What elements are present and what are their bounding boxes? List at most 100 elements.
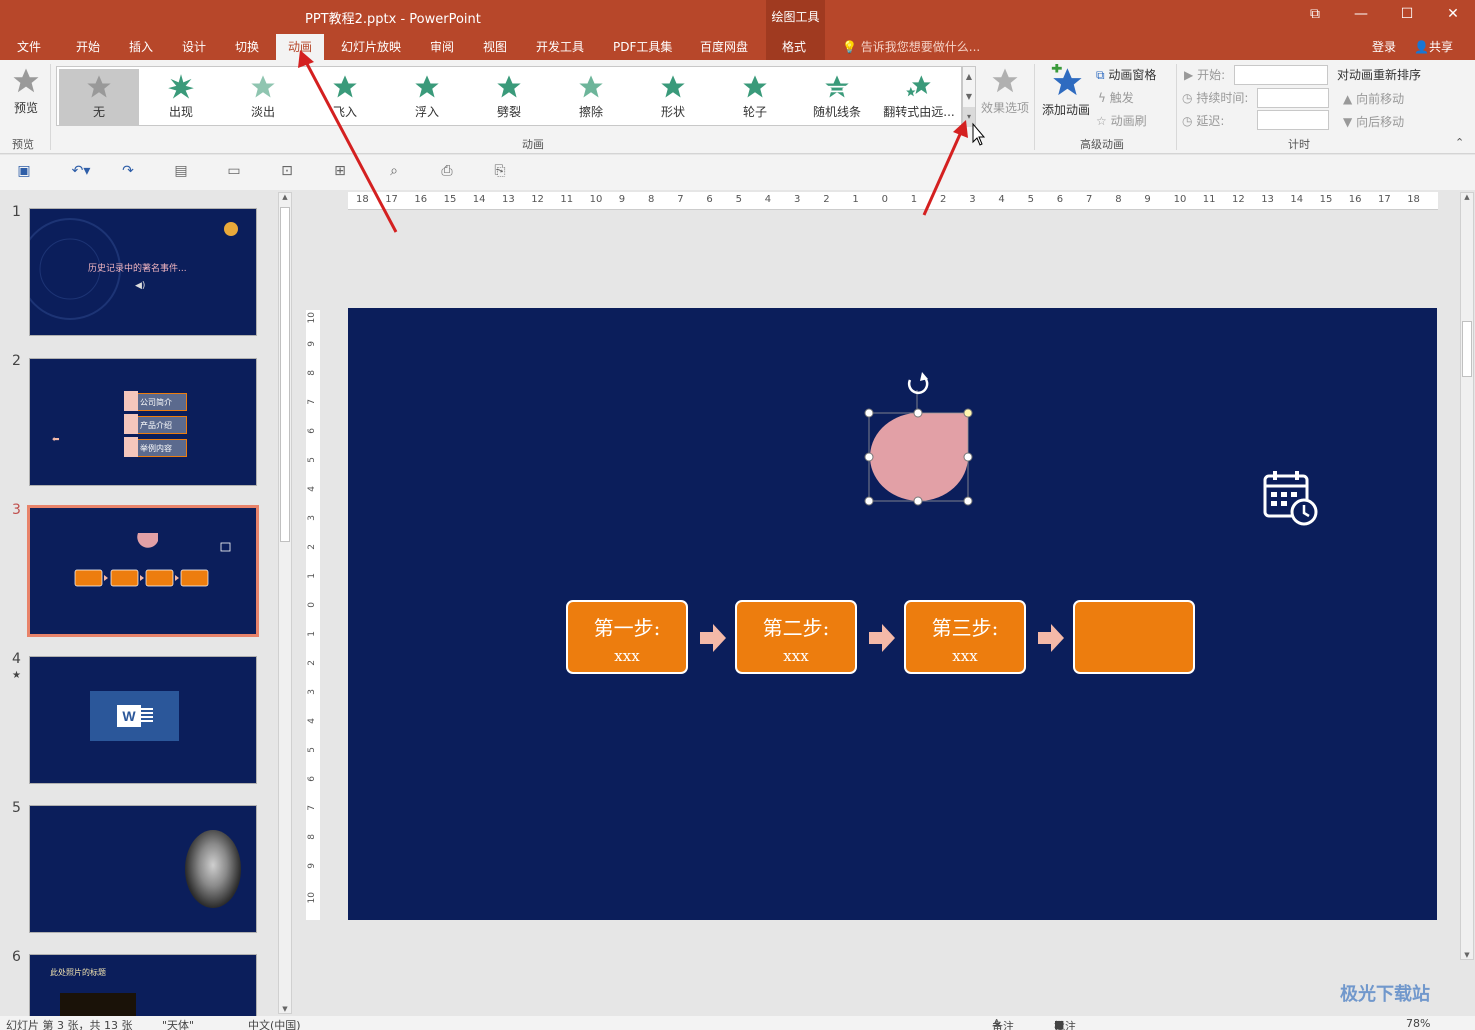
- scroll-thumb[interactable]: [1462, 321, 1472, 377]
- textbox-icon[interactable]: ▭: [224, 163, 244, 181]
- anim-fade[interactable]: 淡出: [223, 69, 303, 125]
- thumb-square: [124, 414, 138, 434]
- animation-painter-button[interactable]: ☆ 动画刷: [1096, 112, 1147, 129]
- anim-wheel[interactable]: 轮子: [715, 69, 795, 125]
- anim-float-in[interactable]: 浮入: [387, 69, 467, 125]
- new-slide-icon[interactable]: ▤: [171, 163, 191, 181]
- step-box-1[interactable]: 第一步: xxx: [566, 600, 688, 674]
- tab-animations[interactable]: 动画: [276, 34, 325, 61]
- step-box-3[interactable]: 第三步: xxx: [904, 600, 1026, 674]
- anim-label: 无: [92, 105, 105, 119]
- trigger-button[interactable]: ϟ 触发: [1098, 89, 1134, 106]
- scroll-up-icon: ▲: [282, 193, 288, 201]
- save-icon[interactable]: ▣: [14, 163, 34, 181]
- teardrop-shape[interactable]: [853, 368, 983, 508]
- anim-grow-turn[interactable]: 翻转式由远...: [879, 69, 959, 125]
- maximize-button[interactable]: ☐: [1395, 6, 1419, 22]
- add-animation-button[interactable]: 添加动画: [1040, 64, 1092, 118]
- ruler-tick-label: 10: [589, 194, 603, 205]
- present-icon[interactable]: ⊡: [277, 163, 297, 181]
- delay-input[interactable]: [1257, 110, 1329, 130]
- slide-canvas[interactable]: 第一步: xxx 第二步: xxx 第三步: xxx: [348, 308, 1437, 920]
- ruler-tick-label: 9: [307, 863, 317, 869]
- tab-insert[interactable]: 插入: [129, 38, 153, 55]
- anim-random-bars[interactable]: 随机线条: [797, 69, 877, 125]
- ruler-tick-label: 12: [531, 194, 544, 205]
- gallery-more-button[interactable]: ▾: [963, 107, 975, 127]
- delay-label: ◷ 延迟:: [1182, 112, 1224, 129]
- tab-view[interactable]: 视图: [483, 38, 507, 55]
- link-icon[interactable]: ⎘: [490, 163, 510, 181]
- scroll-thumb[interactable]: [280, 207, 290, 542]
- minimize-button[interactable]: —: [1349, 6, 1373, 22]
- anim-wipe[interactable]: 擦除: [551, 69, 631, 125]
- tab-baidu-netdisk[interactable]: 百度网盘: [700, 38, 748, 55]
- ribbon-tabs: 文件 开始 插入 设计 切换 动画 幻灯片放映 审阅 视图 开发工具 PDF工具…: [0, 32, 1475, 61]
- start-text: 开始:: [1197, 68, 1226, 82]
- thumbnail-scrollbar[interactable]: ▲ ▼: [278, 192, 292, 1014]
- slide-thumbnail-1[interactable]: 历史记录中的著名事件... ◀): [29, 208, 257, 336]
- zoom-level[interactable]: 78%: [1406, 1017, 1430, 1030]
- slide-thumbnail-panel: 1 历史记录中的著名事件... ◀) 2 公司简介 产品介绍 举例内容 ⬅ 3 …: [0, 190, 296, 1016]
- tab-format[interactable]: 格式: [782, 38, 806, 55]
- slide-thumbnail-2[interactable]: 公司简介 产品介绍 举例内容 ⬅: [29, 358, 257, 486]
- step-box-4[interactable]: [1073, 600, 1195, 674]
- redo-icon[interactable]: ↷: [118, 163, 138, 181]
- collapse-ribbon-icon[interactable]: ⌃: [1455, 136, 1464, 149]
- effect-star-icon: [992, 68, 1018, 93]
- anim-shape[interactable]: 形状: [633, 69, 713, 125]
- gallery-down-button[interactable]: ▼: [963, 87, 975, 107]
- gallery-up-button[interactable]: ▲: [963, 67, 975, 87]
- slide-thumbnail-4[interactable]: W: [29, 656, 257, 784]
- duration-input[interactable]: [1257, 88, 1329, 108]
- tab-file[interactable]: 文件: [17, 38, 41, 55]
- slide-number: 4: [12, 651, 21, 667]
- effect-options-button[interactable]: 效果选项: [978, 66, 1032, 116]
- close-button[interactable]: ✕: [1441, 6, 1465, 22]
- tab-pdf-tools[interactable]: PDF工具集: [613, 38, 672, 55]
- context-tool-label: 绘图工具: [766, 0, 825, 32]
- signin-link[interactable]: 登录: [1372, 38, 1396, 55]
- tab-developer[interactable]: 开发工具: [536, 38, 584, 55]
- step-box-2[interactable]: 第二步: xxx: [735, 600, 857, 674]
- slide-thumbnail-6[interactable]: 此处照片的标题: [29, 954, 257, 1016]
- ruler-tick-label: 2: [307, 660, 317, 666]
- editor-scrollbar[interactable]: ▲ ▼: [1460, 192, 1474, 960]
- share-button[interactable]: 👤共享: [1414, 38, 1453, 55]
- slideshow-icon[interactable]: ⊞: [330, 163, 350, 181]
- animation-pane-button[interactable]: ⧉ 动画窗格: [1096, 66, 1156, 83]
- tab-slideshow[interactable]: 幻灯片放映: [341, 38, 401, 55]
- anim-split[interactable]: 劈裂: [469, 69, 549, 125]
- slide-thumbnail-5[interactable]: [29, 805, 257, 933]
- move-earlier-button[interactable]: ▲ 向前移动: [1343, 90, 1404, 107]
- up-triangle-icon: ▲: [1343, 92, 1353, 106]
- start-select[interactable]: [1234, 65, 1328, 85]
- language[interactable]: 中文(中国): [248, 1017, 301, 1030]
- slide-number: 2: [12, 353, 21, 369]
- tab-transitions[interactable]: 切换: [235, 38, 259, 55]
- tell-me-box[interactable]: 💡 告诉我您想要做什么...: [842, 38, 980, 55]
- move-later-button[interactable]: ▼ 向后移动: [1343, 113, 1404, 130]
- ruler-tick-label: 9: [1144, 194, 1151, 205]
- ruler-tick-label: 2: [307, 544, 317, 550]
- anim-appear[interactable]: 出现: [141, 69, 221, 125]
- anim-fly-in[interactable]: 飞入: [305, 69, 385, 125]
- tell-me-text: 告诉我您想要做什么...: [860, 40, 981, 54]
- print-icon[interactable]: ⎙: [437, 163, 457, 181]
- tab-review[interactable]: 审阅: [430, 38, 454, 55]
- undo-icon[interactable]: ↶▾: [64, 163, 98, 181]
- print-preview-icon[interactable]: ⌕: [384, 163, 404, 181]
- tab-design[interactable]: 设计: [182, 38, 206, 55]
- arrow-right-icon: [869, 624, 895, 652]
- thumb-title: 历史记录中的著名事件...: [88, 264, 187, 274]
- ruler-tick-label: 15: [1319, 194, 1333, 205]
- star-gray-icon: [87, 75, 111, 98]
- ruler-tick-label: 18: [356, 194, 369, 205]
- ribbon-display-button[interactable]: ⧉: [1303, 6, 1327, 22]
- anim-none[interactable]: 无: [59, 69, 139, 125]
- preview-button[interactable]: 预览: [6, 66, 46, 116]
- slide-thumbnail-3[interactable]: [27, 505, 259, 637]
- ruler-tick-label: 1: [307, 573, 317, 579]
- step-sub: xxx: [783, 647, 809, 665]
- tab-home[interactable]: 开始: [76, 38, 100, 55]
